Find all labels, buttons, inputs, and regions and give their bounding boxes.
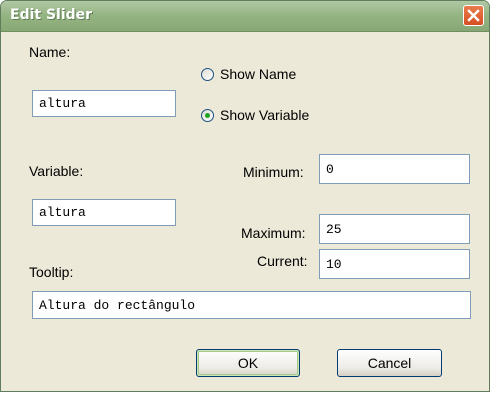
close-button[interactable] [463, 5, 484, 26]
cancel-button[interactable]: Cancel [337, 349, 442, 377]
ok-button[interactable]: OK [196, 349, 300, 377]
current-field[interactable] [319, 249, 470, 279]
current-label: Current: [257, 253, 308, 269]
tooltip-field[interactable] [32, 291, 471, 319]
radio-unchecked-icon [201, 67, 214, 81]
variable-field[interactable] [32, 199, 176, 226]
show-variable-radio[interactable]: Show Variable [201, 107, 309, 123]
title-bar[interactable]: Edit Slider [1, 1, 489, 32]
maximum-label: Maximum: [241, 225, 306, 241]
name-label: Name: [29, 44, 71, 60]
minimum-label: Minimum: [243, 164, 304, 180]
minimum-field[interactable] [319, 154, 470, 184]
variable-label: Variable: [29, 163, 84, 179]
show-name-radio[interactable]: Show Name [201, 66, 296, 82]
dialog-body: Name: Show Name Show Variable Variable: … [1, 32, 489, 391]
close-x-icon [467, 9, 480, 22]
show-variable-label: Show Variable [220, 107, 310, 123]
window-title: Edit Slider [10, 7, 93, 23]
edit-slider-dialog: Edit Slider Name: Show Name Show Variabl… [0, 0, 490, 392]
maximum-field[interactable] [319, 214, 470, 244]
name-field[interactable] [32, 90, 176, 117]
radio-checked-icon [201, 108, 214, 122]
tooltip-label: Tooltip: [29, 264, 74, 280]
show-name-label: Show Name [220, 66, 297, 82]
